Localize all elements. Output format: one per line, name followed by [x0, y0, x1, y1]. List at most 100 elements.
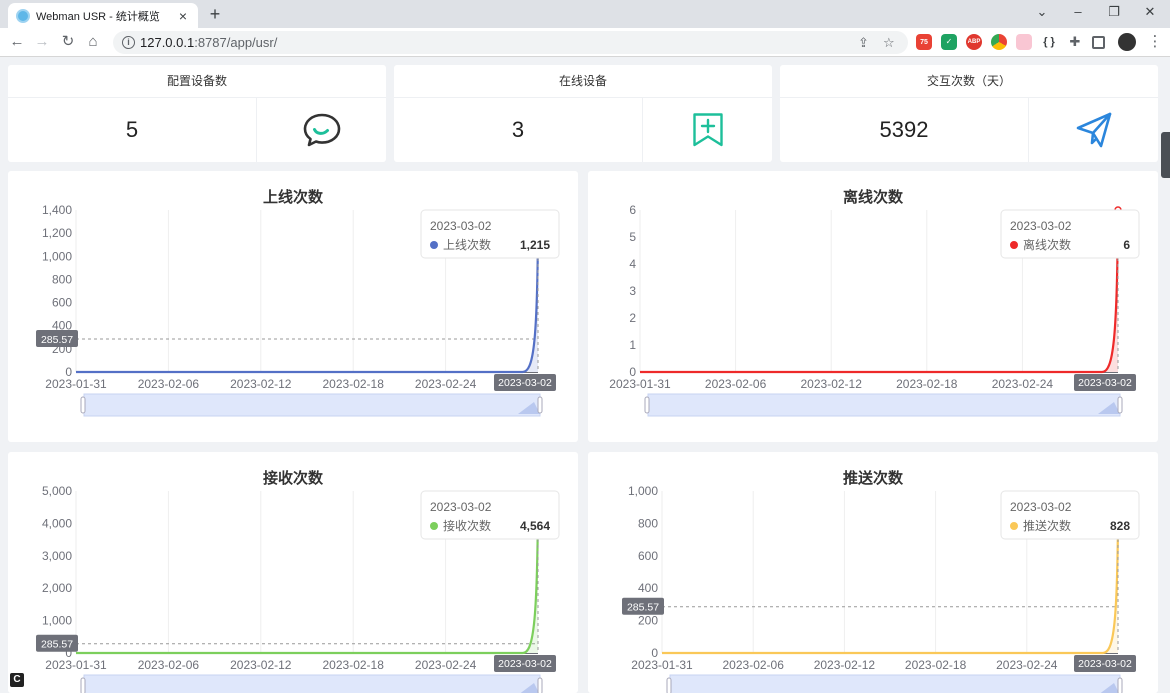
avatar[interactable] [1118, 33, 1136, 51]
chat-bubble-icon [257, 98, 386, 162]
c-extension-icon[interactable]: C [10, 673, 24, 687]
side-handle[interactable] [1161, 132, 1170, 178]
extension-badge-icon[interactable]: 75 [916, 34, 932, 50]
close-window-icon[interactable]: ✕ [1140, 4, 1160, 20]
line-chart[interactable]: 接收次数01,0002,0003,0004,0005,0002023-01-31… [8, 452, 578, 693]
zoom-handle-right [537, 396, 543, 414]
shield-icon[interactable]: ✓ [941, 34, 957, 50]
chart-title: 推送次数 [843, 469, 904, 487]
axis-date-label: 2023-03-02 [1078, 377, 1132, 389]
browser-tab-bar: Webman USR - 统计概览 × + ⌄ – ❐ ✕ [0, 0, 1170, 28]
x-tick-label: 2023-02-06 [723, 658, 785, 672]
axis-date-label: 2023-03-02 [498, 377, 552, 389]
line-chart[interactable]: 上线次数02004006008001,0001,2001,4002023-01-… [8, 171, 578, 442]
x-tick-label: 2023-02-12 [230, 377, 292, 391]
tooltip-marker [430, 241, 438, 249]
chrome-extension-icon[interactable] [991, 34, 1007, 50]
new-tab-button[interactable]: + [205, 5, 225, 25]
kebab-menu-icon[interactable]: ⋮ [1146, 33, 1164, 51]
y-tick-label: 2,000 [42, 581, 72, 595]
tooltip-marker [1010, 241, 1018, 249]
restore-icon[interactable]: ❐ [1104, 4, 1124, 20]
stat-value: 5 [125, 117, 139, 142]
tooltip-value: 828 [1110, 519, 1130, 533]
tooltip-series: 上线次数 [443, 237, 491, 252]
axis-date-label: 2023-03-02 [498, 658, 552, 670]
chart-title: 接收次数 [263, 469, 324, 487]
address-bar[interactable]: i 127.0.0.1:8787/app/usr/ ⇪ ☆ [113, 31, 908, 54]
x-tick-label: 2023-02-06 [705, 377, 767, 391]
forward-arrow-icon[interactable]: → [33, 33, 51, 51]
back-arrow-icon[interactable]: ← [8, 33, 26, 51]
y-tick-label: 3 [629, 284, 636, 298]
y-tick-label: 1,000 [42, 614, 72, 628]
y-tick-label: 4 [629, 257, 636, 271]
tab-close-button[interactable]: × [176, 9, 190, 23]
tooltip-series: 接收次数 [443, 518, 491, 533]
x-tick-label: 2023-02-12 [801, 377, 863, 391]
zoom-handle-left [666, 677, 672, 693]
zoom-slider [647, 393, 1121, 417]
tooltip-value: 6 [1123, 238, 1130, 252]
browser-tab[interactable]: Webman USR - 统计概览 × [8, 3, 198, 28]
y-tick-label: 800 [638, 516, 658, 530]
x-tick-label: 2023-02-24 [996, 658, 1058, 672]
zoom-handle-right [1117, 396, 1123, 414]
chart-card-push-count: 推送次数 0 200 400 600 800 1,000 2023-01-31 2023-02-… [588, 452, 1158, 693]
line-chart[interactable]: 离线次数01234562023-01-31 2023-02-06 2023-02-1… [588, 171, 1158, 442]
x-tick-label: 2023-02-06 [138, 377, 200, 391]
tooltip-date: 2023-03-02 [1010, 500, 1072, 514]
tooltip-marker [430, 522, 438, 530]
url-text[interactable]: 127.0.0.1:8787/app/usr/ [140, 35, 277, 50]
x-tick-label: 2023-01-31 [631, 658, 693, 672]
browser-toolbar: ← → ↻ ⌂ i 127.0.0.1:8787/app/usr/ ⇪ ☆ 75… [0, 28, 1170, 57]
y-tick-label: 1 [629, 338, 636, 352]
y-tick-label: 2 [629, 311, 636, 325]
line-chart[interactable]: 推送次数02004006008001,0002023-01-31 2023-02-… [588, 452, 1158, 693]
chart-card-receive-count: 接收次数 0 1,000 2,000 3,000 4,000 5,000 2023-01-31… [8, 452, 578, 693]
chevron-down-icon[interactable]: ⌄ [1032, 4, 1052, 20]
y-tick-label: 800 [52, 272, 72, 286]
pointer-label: 285.57 [627, 602, 659, 614]
adblock-icon[interactable]: ABP [966, 34, 982, 50]
x-tick-label: 2023-02-12 [814, 658, 876, 672]
share-icon[interactable]: ⇪ [858, 35, 869, 51]
star-icon[interactable]: ☆ [883, 35, 895, 51]
tooltip-marker [1010, 522, 1018, 530]
stat-label: 在线设备 [394, 65, 772, 98]
x-tick-label: 2023-02-24 [992, 377, 1054, 391]
y-tick-label: 400 [638, 581, 658, 595]
y-tick-label: 200 [638, 614, 658, 628]
globe-icon [16, 8, 30, 23]
y-tick-label: 1,000 [42, 249, 72, 263]
x-tick-label: 2023-02-18 [323, 658, 385, 672]
cat-extension-icon[interactable] [1016, 34, 1032, 50]
axis-date-label: 2023-03-02 [1078, 658, 1132, 670]
x-tick-label: 2023-02-06 [138, 658, 200, 672]
home-icon[interactable]: ⌂ [84, 33, 102, 51]
x-tick-label: 2023-02-18 [323, 377, 385, 391]
reload-icon[interactable]: ↻ [59, 33, 77, 51]
json-extension-icon[interactable]: { } [1041, 34, 1057, 50]
chart-card-offline-count: 离线次数 0 1 2 3 4 5 6 2023-01-31 2023-02-06 2023-02-1… [588, 171, 1158, 442]
puzzle-icon[interactable]: ✚ [1067, 34, 1083, 50]
tooltip-series: 离线次数 [1023, 237, 1071, 252]
tooltip-value: 4,564 [520, 519, 550, 533]
tooltip-value: 1,215 [520, 238, 550, 252]
minimize-icon[interactable]: – [1068, 4, 1088, 19]
x-tick-label: 2023-02-24 [415, 377, 477, 391]
info-icon[interactable]: i [122, 36, 135, 49]
tooltip-date: 2023-03-02 [430, 500, 492, 514]
tooltip-date: 2023-03-02 [1010, 219, 1072, 233]
x-tick-label: 2023-01-31 [45, 658, 107, 672]
pointer-label: 285.57 [41, 334, 73, 346]
y-tick-label: 600 [52, 296, 72, 310]
stat-label: 配置设备数 [8, 65, 386, 98]
x-tick-label: 2023-01-31 [609, 377, 671, 391]
x-tick-label: 2023-02-18 [896, 377, 958, 391]
sidepanel-icon[interactable] [1092, 36, 1105, 49]
zoom-handle-left [644, 396, 650, 414]
y-tick-label: 3,000 [42, 549, 72, 563]
stat-value: 5392 [879, 117, 929, 142]
stat-card-online-devices: 在线设备 3 [394, 65, 772, 162]
